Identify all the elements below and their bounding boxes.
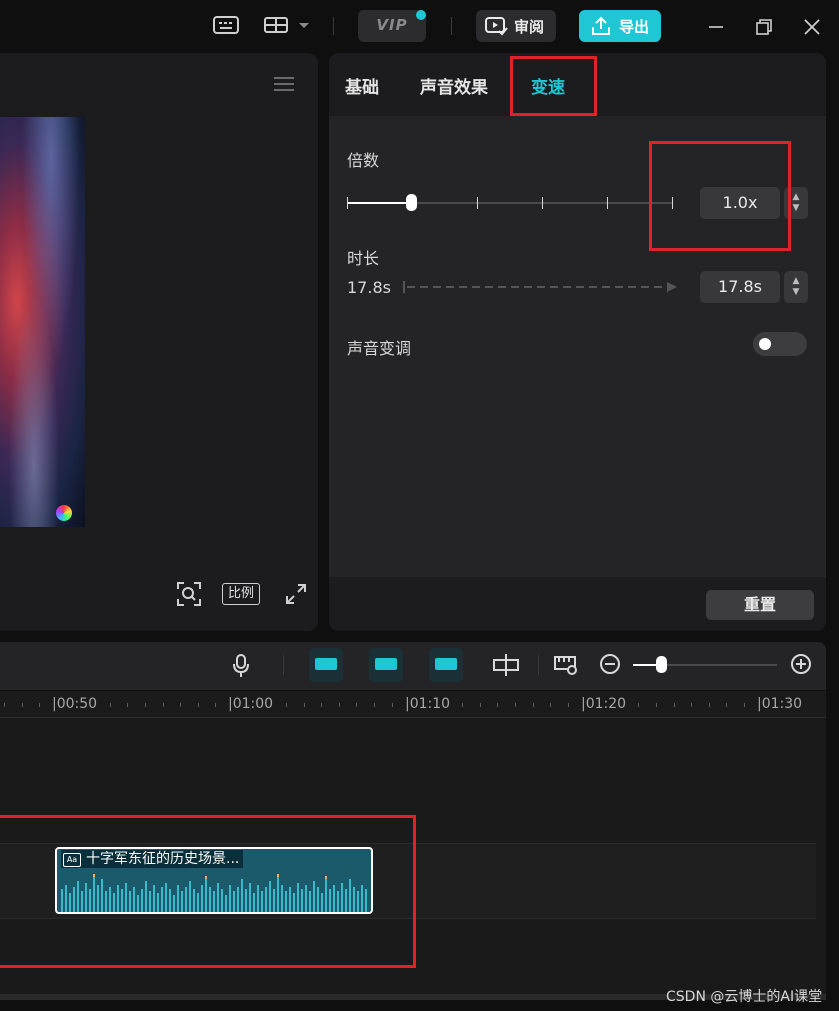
duration-stepper[interactable]: ▲ ▼ (784, 271, 808, 303)
ruler-tick (215, 703, 216, 707)
ruler-label: |00:50 (52, 696, 98, 712)
speed-tab-highlight-box (510, 56, 597, 116)
duration-label: 时长 (347, 249, 380, 268)
properties-panel: 基础 声音效果 变速 倍数 1.0x ▲ ▼ 时长 17.8s 17.8s ▲ … (329, 53, 826, 631)
duration-value-field[interactable]: 17.8s (700, 271, 780, 303)
watermark: CSDN @云博士的AI课堂 (666, 989, 823, 1005)
pitch-toggle[interactable] (753, 332, 807, 356)
preview-panel: 比例 (0, 53, 318, 631)
title-bar: VIP 审阅 导出 (0, 0, 839, 52)
microphone-icon[interactable] (231, 653, 251, 684)
ruler-label: |01:00 (228, 696, 274, 712)
magnet-icon (315, 658, 337, 670)
fullscreen-icon[interactable] (285, 583, 307, 610)
linkage-button[interactable] (429, 648, 463, 682)
preview-axis-icon[interactable] (553, 653, 581, 682)
speed-label: 倍数 (347, 151, 380, 170)
export-label: 导出 (619, 18, 650, 36)
ruler-tick (709, 703, 710, 707)
ruler-tick (656, 703, 657, 707)
review-button[interactable]: 审阅 (476, 10, 556, 42)
ruler-tick (515, 703, 516, 707)
tab-basic[interactable]: 基础 (345, 73, 379, 98)
aspect-ratio-button[interactable]: 比例 (222, 583, 260, 605)
split-icon[interactable] (492, 653, 520, 682)
ruler-tick (127, 703, 128, 707)
timeline-ruler[interactable]: |00:50 |01:00 |01:10 |01:20 |01:30 (0, 691, 826, 718)
tab-audio-effects[interactable]: 声音效果 (420, 73, 488, 98)
minimize-icon[interactable] (706, 17, 726, 41)
ruler-tick (198, 703, 199, 707)
auto-snap-button[interactable] (369, 648, 403, 682)
reset-button[interactable]: 重置 (706, 590, 814, 620)
ruler-tick (638, 703, 639, 707)
zoom-in-icon[interactable] (790, 653, 812, 680)
export-button[interactable]: 导出 (579, 10, 661, 42)
pitch-label: 声音变调 (347, 339, 412, 358)
timeline-toolbar (0, 642, 826, 690)
chevron-up-icon: ▲ (792, 276, 800, 286)
speed-slider-knob[interactable] (406, 194, 417, 211)
link-icon (435, 658, 457, 670)
preview-frame-highlight (0, 117, 85, 527)
snap-icon (375, 658, 397, 670)
ruler-label: |01:10 (405, 696, 451, 712)
ruler-tick (39, 703, 40, 707)
ruler-tick (497, 703, 498, 707)
ruler-tick (726, 703, 727, 707)
speed-tick (477, 197, 478, 209)
close-icon[interactable] (802, 17, 822, 41)
restore-icon[interactable] (754, 17, 774, 41)
vip-label: VIP (376, 16, 408, 34)
ruler-tick (744, 703, 745, 707)
ruler-tick (550, 703, 551, 707)
ruler-tick (145, 703, 146, 707)
zoom-out-icon[interactable] (599, 653, 621, 680)
ruler-tick (4, 703, 5, 707)
duration-original-value: 17.8s (347, 278, 391, 297)
panel-footer: 重置 (329, 577, 826, 631)
ruler-tick (674, 703, 675, 707)
ruler-label: |01:20 (581, 696, 627, 712)
ruler-tick (568, 703, 569, 707)
layout-icon[interactable] (263, 13, 313, 42)
ruler-tick (286, 703, 287, 707)
speed-highlight-box (649, 141, 791, 251)
ruler-tick (321, 703, 322, 707)
upload-icon (592, 16, 610, 35)
ruler-tick (304, 703, 305, 707)
speed-slider-fill (347, 202, 411, 204)
ruler-tick (691, 703, 692, 707)
ruler-tick (339, 703, 340, 707)
ruler-tick (462, 703, 463, 707)
chevron-down-icon: ▼ (792, 287, 800, 297)
review-icon (485, 17, 508, 36)
ruler-tick (480, 703, 481, 707)
color-wheel-icon (56, 505, 72, 521)
speed-tick (347, 197, 348, 209)
ruler-label: |01:30 (757, 696, 803, 712)
ruler-tick (163, 703, 164, 707)
ruler-tick (180, 703, 181, 707)
speed-tick (607, 197, 608, 209)
ruler-tick (533, 703, 534, 707)
zoom-slider-knob[interactable] (656, 656, 667, 673)
clip-highlight-box (0, 815, 416, 968)
speed-tick (542, 197, 543, 209)
keyboard-shortcut-icon[interactable] (212, 13, 240, 42)
ruler-tick (374, 703, 375, 707)
toggle-knob (759, 338, 771, 350)
zoom-preview-icon[interactable] (176, 581, 202, 612)
notification-dot (416, 10, 426, 20)
menu-icon[interactable] (273, 75, 295, 97)
ruler-tick (110, 703, 111, 707)
review-label: 审阅 (514, 18, 545, 36)
duration-arrow-icon (403, 281, 677, 293)
ruler-tick (392, 703, 393, 707)
main-track-magnet-button[interactable] (309, 648, 343, 682)
ruler-tick (356, 703, 357, 707)
ruler-tick (22, 703, 23, 707)
